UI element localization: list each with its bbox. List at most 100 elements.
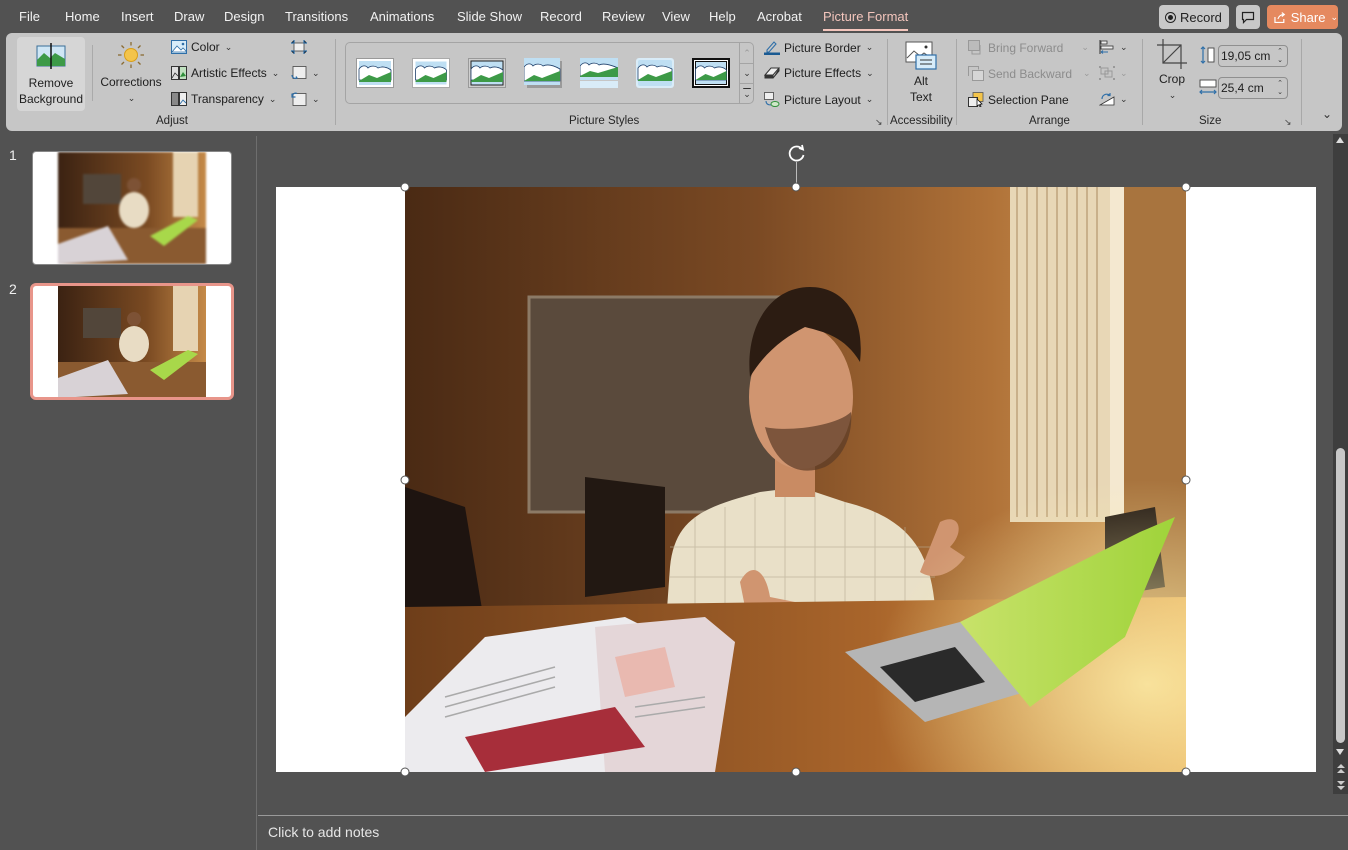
chevron-down-icon: ⌄ — [866, 67, 874, 78]
remove-background-label-2: Background — [18, 92, 84, 106]
slide-thumbnail-2[interactable] — [30, 283, 234, 400]
compress-pictures-button[interactable] — [291, 40, 307, 54]
shape-width-icon — [1199, 79, 1217, 95]
picture-border-button[interactable]: Picture Border ⌄ — [764, 40, 873, 55]
picture-styles-group-label: Picture Styles — [569, 115, 640, 127]
picture-style-thumb[interactable] — [580, 58, 618, 88]
collapse-ribbon-button[interactable]: ⌄ — [1322, 107, 1332, 121]
change-picture-button[interactable]: ⌄ — [291, 66, 320, 80]
picture-style-thumb[interactable] — [412, 58, 450, 88]
resize-handle-top[interactable] — [791, 182, 801, 192]
tab-file[interactable]: File — [19, 9, 40, 24]
tab-record[interactable]: Record — [540, 9, 582, 24]
change-picture-icon — [291, 66, 307, 80]
chevron-down-icon[interactable]: ⌄ — [1277, 56, 1283, 65]
tab-review[interactable]: Review — [602, 9, 645, 24]
slide-number: 1 — [9, 147, 17, 163]
next-slide-icon[interactable] — [1336, 779, 1346, 791]
notes-pane[interactable]: Click to add notes — [268, 824, 379, 840]
resize-handle-top-left[interactable] — [400, 182, 410, 192]
tab-insert[interactable]: Insert — [121, 9, 154, 24]
tab-design[interactable]: Design — [224, 9, 264, 24]
group-objects-button[interactable]: ⌄ — [1099, 66, 1128, 80]
resize-handle-bottom-left[interactable] — [400, 767, 410, 777]
slide-thumbnail-1[interactable] — [32, 151, 232, 265]
tab-animations[interactable]: Animations — [370, 9, 434, 24]
chevron-down-icon: ⌄ — [224, 41, 233, 52]
resize-handle-right[interactable] — [1181, 475, 1191, 485]
picture-styles-gallery: ⌃ ⌄ ⌄ — [345, 42, 754, 104]
chevron-down-icon: ⌄ — [1120, 93, 1128, 104]
notes-divider[interactable] — [258, 815, 1348, 816]
tab-transitions[interactable]: Transitions — [285, 9, 348, 24]
tab-home[interactable]: Home — [65, 9, 100, 24]
chevron-down-icon: ⌄ — [1120, 67, 1128, 78]
selection-pane-button[interactable]: Selection Pane — [968, 92, 1069, 107]
record-icon — [1165, 11, 1176, 23]
share-button[interactable]: Share ⌄ — [1267, 5, 1338, 29]
scroll-down-arrow-icon[interactable] — [1336, 749, 1344, 755]
tab-help[interactable]: Help — [709, 9, 736, 24]
color-button[interactable]: Color ⌄ — [171, 40, 232, 54]
group-divider — [1142, 39, 1143, 125]
scroll-up-arrow-icon[interactable] — [1336, 137, 1344, 143]
picture-styles-dialog-launcher[interactable]: ↘ — [875, 117, 883, 128]
corrections-button[interactable]: Corrections ⌄ — [99, 41, 163, 106]
shape-height-value: 19,05 cm — [1221, 49, 1271, 63]
rotate-button[interactable]: ⌄ — [1099, 92, 1128, 106]
comments-button[interactable] — [1236, 5, 1260, 29]
sun-icon — [118, 42, 144, 68]
chevron-down-icon[interactable]: ⌄ — [1277, 88, 1283, 97]
selected-picture[interactable] — [405, 187, 1186, 772]
picture-style-thumb[interactable] — [524, 58, 562, 88]
align-button[interactable]: ⌄ — [1099, 40, 1128, 54]
gallery-more-button[interactable]: ⌄ — [739, 83, 754, 104]
gallery-scroll-up-button[interactable]: ⌃ — [739, 43, 754, 63]
ribbon: Remove Background Corrections ⌄ Color ⌄ … — [6, 33, 1342, 131]
chevron-down-icon: ⌄ — [1330, 11, 1338, 22]
width-spinner[interactable]: ⌃ ⌄ — [1277, 79, 1283, 97]
transparency-button[interactable]: Transparency ⌄ — [171, 92, 276, 106]
remove-background-button[interactable]: Remove Background — [17, 37, 85, 111]
send-backward-button[interactable]: Send Backward ⌄ — [968, 66, 1091, 81]
size-group-label: Size — [1199, 115, 1222, 127]
bring-forward-button[interactable]: Bring Forward ⌄ — [968, 40, 1089, 55]
tab-picture-format[interactable]: Picture Format — [823, 9, 909, 31]
rotate-handle-icon[interactable] — [786, 143, 808, 163]
tab-acrobat[interactable]: Acrobat — [757, 9, 802, 24]
crop-button[interactable]: Crop ⌄ — [1154, 39, 1190, 103]
record-button[interactable]: Record — [1159, 5, 1229, 29]
picture-style-thumb[interactable] — [692, 58, 730, 88]
resize-handle-left[interactable] — [400, 475, 410, 485]
resize-handle-bottom[interactable] — [791, 767, 801, 777]
shape-height-input[interactable]: 19,05 cm ⌃ ⌄ — [1218, 45, 1288, 67]
picture-effects-button[interactable]: Picture Effects ⌄ — [764, 66, 874, 80]
picture-style-thumb[interactable] — [356, 58, 394, 88]
chevron-up-icon[interactable]: ⌃ — [1277, 47, 1283, 56]
chevron-down-icon: ⌄ — [743, 68, 751, 78]
picture-style-thumb[interactable] — [636, 58, 674, 88]
tab-view[interactable]: View — [662, 9, 690, 24]
resize-handle-top-right[interactable] — [1181, 182, 1191, 192]
tab-slide-show[interactable]: Slide Show — [457, 9, 522, 24]
scrollbar-thumb[interactable] — [1336, 448, 1345, 743]
vertical-scrollbar[interactable] — [1333, 134, 1348, 794]
resize-handle-bottom-right[interactable] — [1181, 767, 1191, 777]
chevron-up-icon[interactable]: ⌃ — [1277, 79, 1283, 88]
tab-draw[interactable]: Draw — [174, 9, 204, 24]
alt-text-button[interactable]: Alt Text — [896, 41, 946, 105]
adjust-group-label: Adjust — [156, 115, 188, 127]
gallery-scroll-down-button[interactable]: ⌄ — [739, 63, 754, 83]
height-spinner[interactable]: ⌃ ⌄ — [1277, 47, 1283, 65]
size-dialog-launcher[interactable]: ↘ — [1284, 117, 1292, 128]
chevron-down-icon: ⌄ — [271, 67, 280, 78]
corrections-label: Corrections — [100, 75, 162, 89]
picture-layout-button[interactable]: Picture Layout ⌄ — [764, 92, 873, 107]
chevron-up-icon: ⌃ — [743, 47, 751, 58]
picture-style-thumb[interactable] — [468, 58, 506, 88]
picture-layout-label: Picture Layout — [784, 92, 861, 107]
artistic-effects-button[interactable]: Artistic Effects ⌄ — [171, 66, 279, 80]
previous-slide-icon[interactable] — [1336, 763, 1346, 775]
reset-picture-button[interactable]: ⌄ — [291, 92, 320, 106]
shape-width-input[interactable]: 25,4 cm ⌃ ⌄ — [1218, 77, 1288, 99]
